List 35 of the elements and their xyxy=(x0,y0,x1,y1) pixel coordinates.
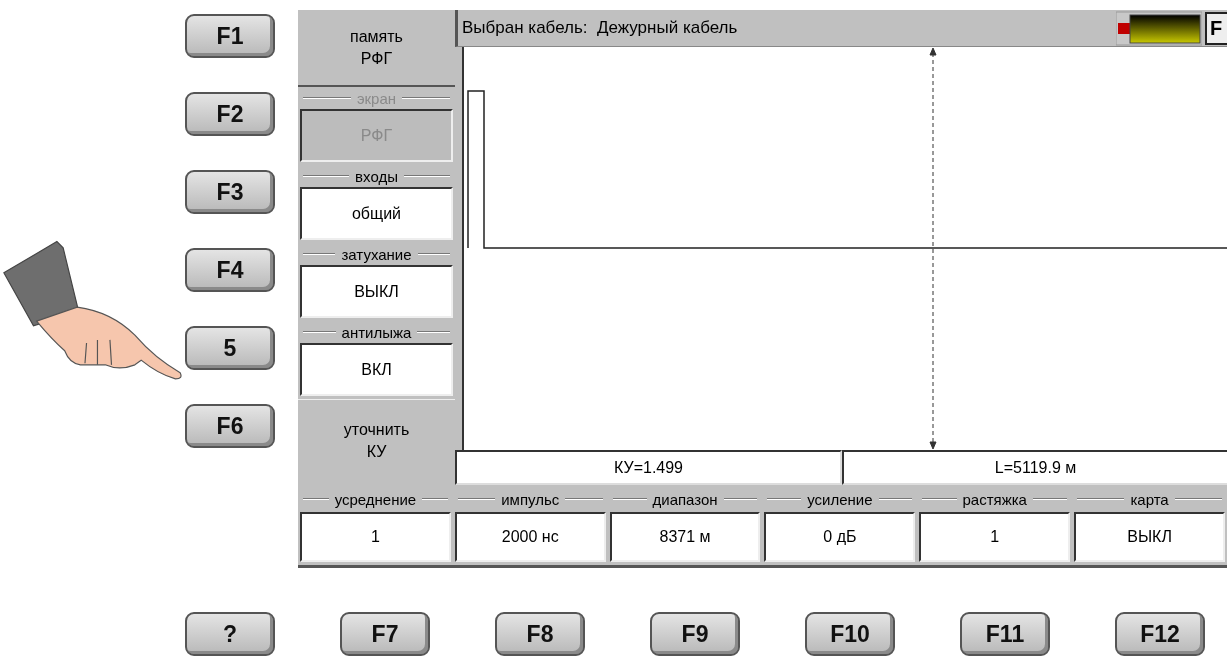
function-key[interactable]: ? xyxy=(185,612,275,656)
function-key[interactable]: F9 xyxy=(650,612,740,656)
function-key[interactable]: 5 xyxy=(185,326,275,370)
function-key[interactable]: F4 xyxy=(185,248,275,292)
value-field[interactable]: ВКЛ xyxy=(300,343,453,396)
field-caption: затухание xyxy=(341,245,412,263)
function-key[interactable]: F3 xyxy=(185,170,275,214)
function-key[interactable]: F1 xyxy=(185,14,275,58)
function-key[interactable]: F11 xyxy=(960,612,1050,656)
parameter-caption: усреднение xyxy=(334,490,417,508)
parameter-field[interactable]: 0 дБ xyxy=(764,512,916,562)
parameter-field[interactable]: ВЫКЛ xyxy=(1074,512,1225,562)
field-caption: антилыжа xyxy=(341,323,412,341)
function-key[interactable]: F7 xyxy=(340,612,430,656)
parameter-field[interactable]: 1 xyxy=(300,512,451,562)
parameter-caption: карта xyxy=(1130,490,1169,508)
readout-value: КУ=1.499 xyxy=(455,450,842,485)
function-key[interactable]: F6 xyxy=(185,404,275,448)
function-key[interactable]: F8 xyxy=(495,612,585,656)
selected-cable-label: Выбран кабель: Дежурный кабель xyxy=(462,18,739,38)
parameter-caption: усиление xyxy=(807,490,873,508)
readout-value: L=5119.9 м xyxy=(842,450,1227,485)
field-caption: входы xyxy=(355,167,398,185)
function-key[interactable]: F10 xyxy=(805,612,895,656)
function-key[interactable]: F xyxy=(1205,11,1227,45)
parameter-caption: диапазон xyxy=(652,490,718,508)
function-key[interactable]: F2 xyxy=(185,92,275,136)
parameter-caption: импульс xyxy=(501,490,560,508)
parameter-field[interactable]: 1 xyxy=(919,512,1071,562)
value-field[interactable]: ВЫКЛ xyxy=(300,265,453,318)
parameter-field[interactable]: 2000 нс xyxy=(454,512,606,562)
parameter-caption: растяжка xyxy=(962,490,1027,508)
function-key[interactable]: F12 xyxy=(1115,612,1205,656)
value-field[interactable]: общий xyxy=(300,187,453,240)
parameter-field[interactable]: 8371 м xyxy=(609,512,761,562)
